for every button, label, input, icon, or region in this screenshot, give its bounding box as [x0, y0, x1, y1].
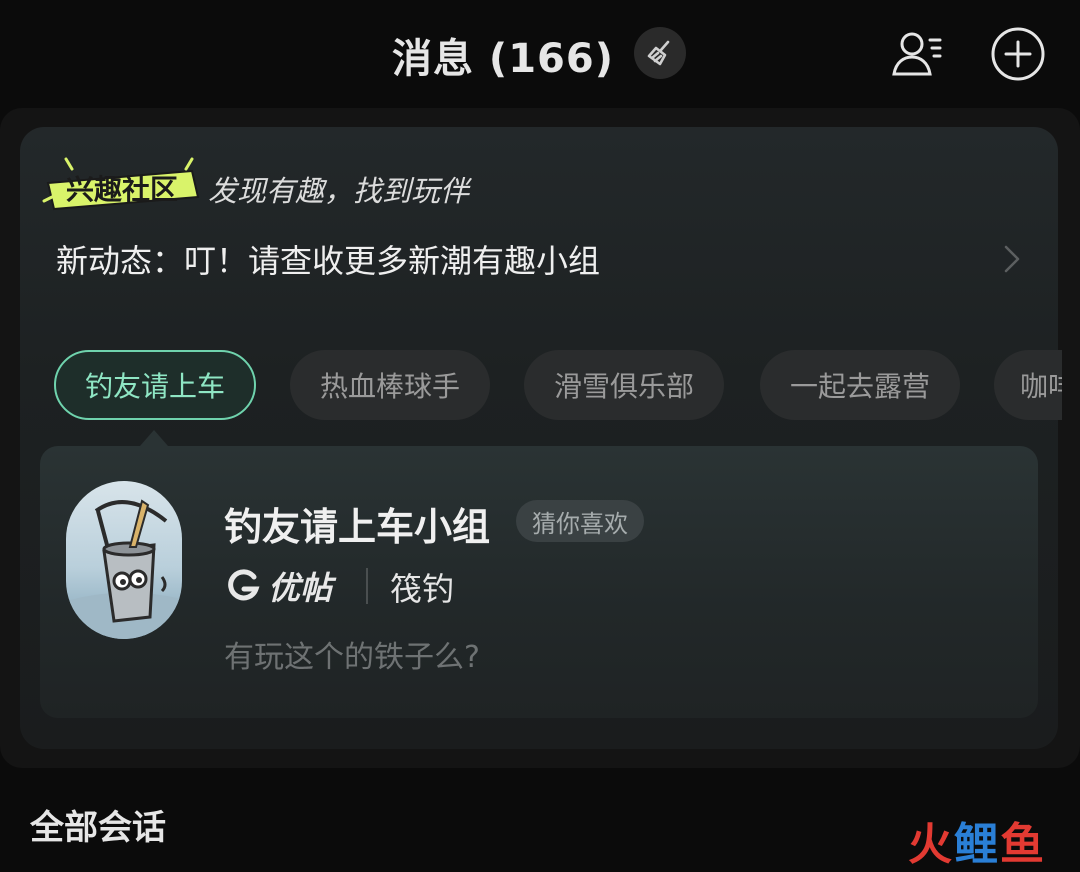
brand-name: 优帖 — [268, 569, 333, 607]
news-text[interactable]: 新动态：叮！请查收更多新潮有趣小组 — [56, 236, 600, 282]
contacts-icon[interactable] — [890, 26, 946, 82]
page-title: 消息 (166) — [392, 36, 614, 82]
tag-coffee[interactable]: 咖啡 — [994, 350, 1062, 420]
watermark-char-3: 鱼 — [1000, 819, 1046, 870]
tag-skiing[interactable]: 滑雪俱乐部 — [524, 350, 724, 420]
tag-pointer — [140, 430, 168, 446]
add-circle-icon[interactable] — [990, 26, 1046, 82]
group-avatar[interactable] — [66, 481, 182, 639]
svg-text:兴趣社区: 兴趣社区 — [66, 173, 178, 206]
divider — [366, 568, 368, 604]
tag-list: 钓友请上车 热血棒球手 滑雪俱乐部 一起去露营 咖啡 — [0, 350, 1062, 424]
tag-camping[interactable]: 一起去露营 — [760, 350, 960, 420]
watermark-logo: 火鲤鱼 — [908, 808, 1046, 872]
group-name[interactable]: 钓友请上车小组 — [224, 496, 490, 551]
brand-logo: 优帖 — [224, 564, 332, 608]
recommend-badge: 猜你喜欢 — [516, 500, 644, 542]
tag-baseball[interactable]: 热血棒球手 — [290, 350, 490, 420]
chevron-right-icon[interactable] — [998, 241, 1026, 277]
all-conversations-heading: 全部会话 — [30, 808, 166, 848]
group-card[interactable] — [40, 446, 1038, 718]
brand-g-icon — [228, 569, 260, 601]
watermark-char-2: 鲤 — [954, 819, 1000, 870]
group-category: 筏钓 — [390, 570, 455, 608]
tag-fishing[interactable]: 钓友请上车 — [54, 350, 256, 420]
broom-icon[interactable] — [634, 27, 686, 79]
top-bar: 消息 (166) — [0, 0, 1080, 108]
group-message: 有玩这个的铁子么? — [224, 640, 480, 675]
community-logo: 兴趣社区 — [42, 157, 202, 215]
community-slogan: 发现有趣，找到玩伴 — [208, 174, 470, 208]
watermark-char-1: 火 — [908, 819, 954, 870]
